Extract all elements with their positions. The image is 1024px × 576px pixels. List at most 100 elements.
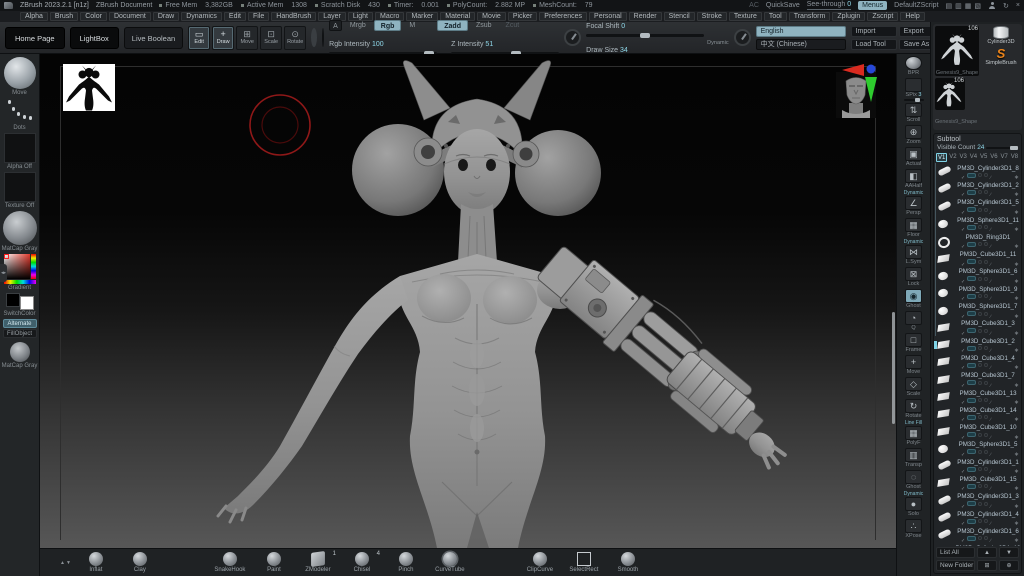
visibility-eye-icon[interactable]	[967, 519, 976, 524]
texture-selector-icon[interactable]	[4, 172, 36, 202]
subtool-thumbnail[interactable]	[937, 218, 954, 229]
mask-toggle-icon[interactable]	[984, 225, 988, 229]
subtool-item[interactable]: PM3D_Sphere3D1_5	[937, 440, 1021, 457]
brush-toggle-icon[interactable]	[978, 294, 982, 298]
transparency-icon[interactable]: ▥	[905, 448, 922, 462]
shelf-tool[interactable]: ⇅ Scroll	[905, 103, 922, 123]
visibility-eye-icon[interactable]	[967, 225, 976, 230]
subtool-thumbnail[interactable]	[937, 529, 954, 540]
subtool-thumbnail[interactable]	[937, 287, 954, 298]
frame-icon[interactable]: □	[905, 333, 922, 347]
sync-icon[interactable]: ↻	[1003, 2, 1009, 10]
lock-camera-icon[interactable]: ⊠	[905, 267, 922, 281]
quick-pick-tool[interactable]: S SimpleBrush	[985, 47, 1016, 66]
mask-toggle-icon[interactable]	[984, 329, 988, 333]
spix-slider[interactable]	[905, 78, 922, 92]
sculpt-toggle[interactable]: Zsub	[470, 20, 498, 31]
current-tool-thumbnail[interactable]: 106 Genesis9_Shape	[935, 26, 979, 76]
menu-item[interactable]: Edit	[224, 12, 246, 21]
visibility-eye-icon[interactable]	[967, 501, 976, 506]
menu-item[interactable]: Document	[109, 12, 151, 21]
brush-toggle-icon[interactable]	[978, 260, 982, 264]
canvas-vertical-scrollbar[interactable]	[892, 312, 895, 424]
current-brush-icon[interactable]	[4, 57, 36, 89]
shelf-tool[interactable]: ◔ Q	[905, 311, 922, 331]
shelf-tool[interactable]: ▥ Transp	[905, 448, 922, 468]
visibility-eye-icon[interactable]	[967, 328, 976, 333]
quick-pick-tool[interactable]: Cylinder3D	[987, 26, 1014, 45]
shelf-tool[interactable]: Dynamic ∠ Persp	[904, 191, 923, 216]
visibility-tab[interactable]: V3	[959, 153, 968, 162]
visibility-eye-icon[interactable]	[967, 294, 976, 299]
subtool-thumbnail[interactable]	[937, 443, 954, 454]
shelf-tool[interactable]: Dynamic ⋈ L.Sym	[904, 240, 923, 265]
brush-toggle-icon[interactable]	[978, 433, 982, 437]
visibility-tab[interactable]: V7	[1000, 153, 1009, 162]
sculpt-model[interactable]	[40, 54, 896, 548]
brush-shortcut[interactable]: ClipCurve	[520, 551, 560, 575]
subtool-item[interactable]: PM3D_Cylinder3D1_8	[937, 163, 1021, 180]
brush-toggle-icon[interactable]	[978, 173, 982, 177]
mask-toggle-icon[interactable]	[984, 260, 988, 264]
subtool-item[interactable]: PM3D_Cube3D1_10	[937, 422, 1021, 439]
subtool-item[interactable]: PM3D_Sphere3D1_9	[937, 284, 1021, 301]
sculpt-toggle[interactable]: Zadd	[437, 20, 468, 31]
layout-next-icon[interactable]: ▥	[955, 2, 962, 10]
subtool-item[interactable]: PM3D_Cylinder3D1_6	[937, 526, 1021, 543]
rotate-mode-icon[interactable]: ⊙ Rotate	[284, 26, 306, 50]
scale-tool-icon[interactable]: ◇	[905, 377, 922, 391]
mask-toggle-icon[interactable]	[984, 277, 988, 281]
shelf-tool[interactable]: ⊕ Zoom	[905, 125, 922, 145]
subtool-item[interactable]: PM3D_Cube3D1_13	[937, 388, 1021, 405]
switch-color-widget[interactable]	[5, 293, 35, 310]
menu-item[interactable]: Texture	[729, 12, 762, 21]
subtool-item[interactable]: PM3D_Sphere3D1_11	[937, 215, 1021, 232]
viewport-canvas[interactable]	[40, 54, 896, 548]
subtool-thumbnail[interactable]	[937, 235, 954, 246]
subtool-thumbnail[interactable]	[937, 408, 954, 419]
mask-toggle-icon[interactable]	[984, 502, 988, 506]
mask-toggle-icon[interactable]	[984, 294, 988, 298]
visibility-eye-icon[interactable]	[967, 173, 976, 178]
subtool-item[interactable]: PM3D_Cube3D1_2	[937, 336, 1021, 353]
visibility-tab[interactable]: V5	[979, 153, 988, 162]
material-selector-icon[interactable]	[3, 211, 37, 245]
local-symmetry-icon[interactable]: ⋈	[905, 245, 922, 259]
visibility-eye-icon[interactable]	[967, 346, 976, 351]
xpose-icon[interactable]: ∴	[905, 519, 922, 533]
aahalf-icon[interactable]: ◧	[905, 169, 922, 183]
draw-mode-icon[interactable]: + Draw	[212, 26, 234, 50]
mask-toggle-icon[interactable]	[984, 536, 988, 540]
subtool-thumbnail[interactable]	[937, 391, 954, 402]
paint-toggle[interactable]: Mrgb	[344, 20, 372, 31]
subtool-item[interactable]: PM3D_Cube3D1_14	[937, 405, 1021, 422]
shelf-tool[interactable]: ▦ Floor	[905, 218, 922, 238]
main-color-swatch[interactable]	[6, 293, 20, 307]
stroke-type-icon[interactable]	[6, 98, 34, 124]
move-down-icon[interactable]: ▼	[999, 547, 1019, 558]
brush-toggle-icon[interactable]	[978, 190, 982, 194]
edit-mode-icon[interactable]: ▭ Edit	[188, 26, 210, 50]
shelf-tool[interactable]: BPR	[905, 56, 922, 76]
alternate-button[interactable]: Alternate	[3, 319, 37, 328]
subtool-thumbnail[interactable]	[937, 253, 954, 264]
shelf-tool[interactable]: SPix 3	[904, 78, 924, 101]
menu-item[interactable]: Dynamics	[181, 12, 222, 21]
menu-item[interactable]: Help	[900, 12, 924, 21]
mask-toggle-icon[interactable]	[984, 381, 988, 385]
subtool-item[interactable]: PM3D_Cube3D1_4	[937, 353, 1021, 370]
focal-shift-slider[interactable]: Focal Shift 0	[586, 15, 704, 37]
recent-tool[interactable]: 106 Genesis9_Shape	[935, 78, 1020, 128]
brush-toggle-icon[interactable]	[978, 329, 982, 333]
visibility-eye-icon[interactable]	[967, 190, 976, 195]
stroke-preview-icon[interactable]	[311, 28, 317, 47]
quicksave-button[interactable]: QuickSave	[766, 2, 800, 9]
user-account-icon[interactable]	[988, 2, 996, 10]
subtool-thumbnail[interactable]	[937, 322, 954, 333]
actual-size-icon[interactable]: ▣	[905, 147, 922, 161]
visibility-eye-icon[interactable]	[967, 432, 976, 437]
new-folder-button[interactable]: New Folder	[936, 560, 975, 571]
brush-shortcut[interactable]: Paint	[254, 551, 294, 575]
shelf-tool[interactable]: □ Frame	[905, 333, 922, 353]
ghost-transparency-icon[interactable]: ◉	[905, 289, 922, 303]
